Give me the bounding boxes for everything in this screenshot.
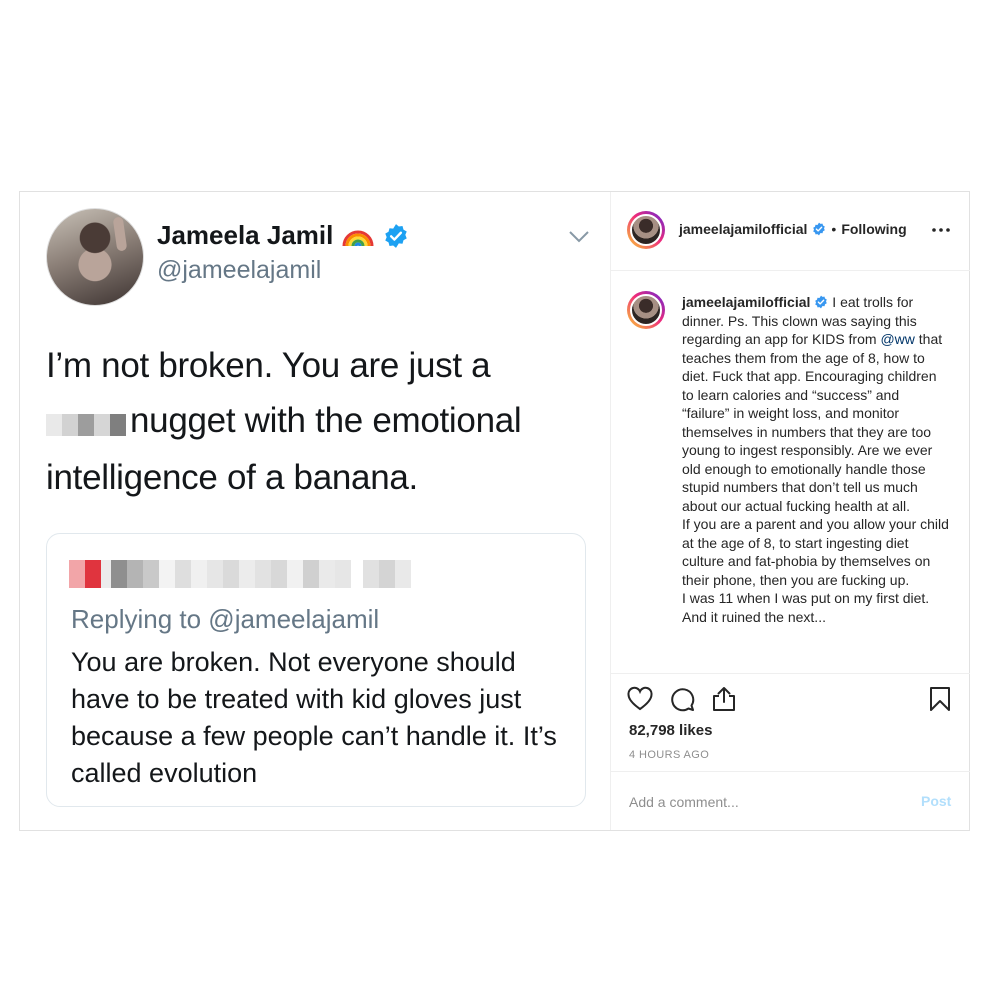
avatar[interactable] xyxy=(46,208,144,306)
tweet-card: Jameela Jamil @jameelajamil I’m not brok… xyxy=(20,192,610,830)
heart-icon[interactable] xyxy=(627,686,653,712)
caption-mention[interactable]: @ww xyxy=(880,331,914,347)
tweet-text-line: intelligence of a banana. xyxy=(46,458,418,498)
post-header-line: jameelajamilofficial • Following xyxy=(679,221,907,237)
chevron-down-icon[interactable] xyxy=(568,230,590,244)
verified-icon xyxy=(813,222,826,236)
post-header: jameelajamilofficial • Following xyxy=(611,192,970,271)
separator-dot: • xyxy=(831,221,837,237)
comment-bar: Post xyxy=(611,771,970,831)
caption-scroll-area[interactable]: jameelajamilofficial I eat trolls for di… xyxy=(611,271,970,673)
post-caption: jameelajamilofficial I eat trolls for di… xyxy=(682,293,950,626)
instagram-post: jameelajamilofficial • Following jameela… xyxy=(610,192,970,830)
caption-text: that teaches them from the age of 8, how… xyxy=(682,331,949,625)
censored-word-blur xyxy=(46,395,126,450)
replying-to-label: Replying to @jameelajamil xyxy=(71,604,380,634)
tweet-author-handle[interactable]: @jameelajamil xyxy=(157,256,321,285)
tweet-text: I’m not broken. You are just a nugget wi… xyxy=(46,338,586,505)
quoted-tweet-text: You are broken. Not everyone should have… xyxy=(71,647,557,788)
caption-username[interactable]: jameelajamilofficial xyxy=(682,294,810,310)
censored-username-blur xyxy=(69,560,411,590)
tweet-text-fragment: nugget with the emotional xyxy=(130,401,522,440)
post-username[interactable]: jameelajamilofficial xyxy=(679,221,807,237)
tweet-author-name[interactable]: Jameela Jamil xyxy=(157,220,333,251)
avatar[interactable] xyxy=(627,291,665,329)
tweet-author-row: Jameela Jamil xyxy=(157,220,409,251)
likes-count[interactable]: 82,798 likes xyxy=(629,722,712,739)
post-timestamp[interactable]: 4 HOURS AGO xyxy=(629,749,709,761)
verified-icon xyxy=(815,295,828,309)
tweet-text-line: I’m not broken. You are just a xyxy=(46,346,491,385)
verified-icon xyxy=(385,223,408,248)
post-comment-button[interactable]: Post xyxy=(921,793,951,809)
comment-input[interactable] xyxy=(629,790,899,814)
comment-icon[interactable] xyxy=(669,686,695,712)
share-icon[interactable] xyxy=(711,686,737,712)
following-button[interactable]: Following xyxy=(841,221,906,237)
avatar[interactable] xyxy=(627,211,665,249)
rainbow-icon xyxy=(342,230,374,246)
bookmark-icon[interactable] xyxy=(927,686,953,712)
tweet-text-line: nugget with the emotional xyxy=(46,393,586,450)
screenshot-composite: Jameela Jamil @jameelajamil I’m not brok… xyxy=(19,191,970,831)
more-icon[interactable] xyxy=(931,227,951,233)
quoted-tweet[interactable]: Replying to @jameelajamil You are broken… xyxy=(46,533,586,807)
